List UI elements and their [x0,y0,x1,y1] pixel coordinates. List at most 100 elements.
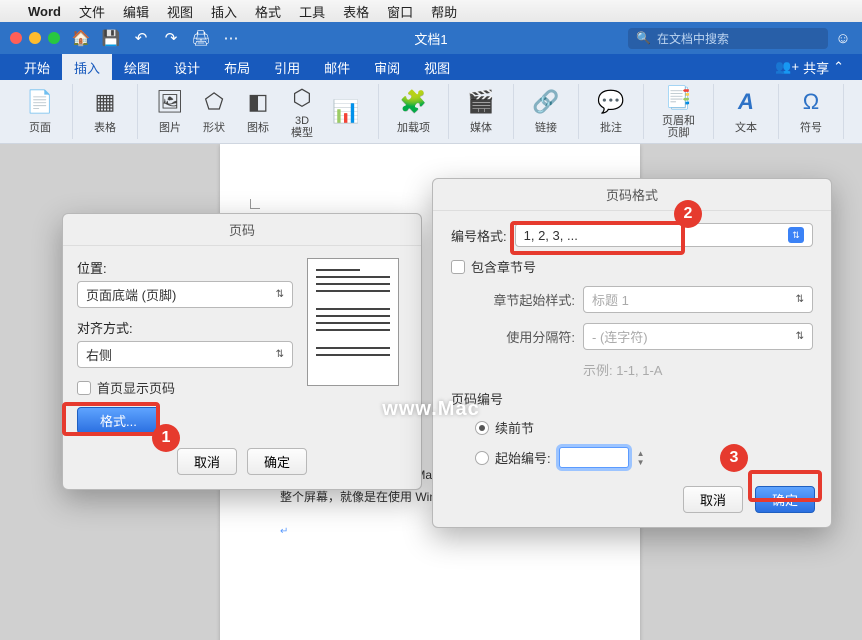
tab-references[interactable]: 引用 [262,54,312,80]
menubar-item[interactable]: 插入 [211,2,237,21]
ribbon-label: 页眉和 页脚 [662,115,695,139]
ribbon-label: 3D 模型 [291,115,313,139]
continue-radio[interactable]: 续前节 [475,418,534,437]
format-button[interactable]: 格式... [77,407,160,434]
close-window-icon[interactable] [10,32,22,44]
comment-button[interactable]: 💬批注 [589,86,633,137]
menubar-app[interactable]: Word [28,4,61,19]
checkbox-label: 首页显示页码 [97,378,175,397]
annotation-badge: 3 [720,444,748,472]
chart-icon: 📊 [332,98,360,126]
radio-label: 续前节 [495,418,534,437]
chevron-updown-icon: ⇅ [276,289,284,300]
chevron-updown-icon: ⇅ [788,227,804,243]
ribbon-label: 符号 [800,119,822,135]
select-value: 页面底端 (页脚) [86,285,176,304]
chapter-style-select[interactable]: 标题 1⇅ [583,286,813,313]
separator-label: 使用分隔符: [475,327,575,346]
text-button[interactable]: A 文本 [724,86,768,137]
ribbon-label: 页面 [29,119,51,135]
ribbon: 📄 页面 ▦表格 🖼图片 ⬠形状 ◧图标 ⬡ 3D 模型 📊 🧩加载项 🎬 媒体 🔗链… [0,80,862,144]
tab-draw[interactable]: 绘图 [112,54,162,80]
menubar-item[interactable]: 格式 [255,2,281,21]
ribbon-label: 加载项 [397,119,430,135]
menubar-item[interactable]: 工具 [299,2,325,21]
include-chapter-checkbox[interactable]: 包含章节号 [451,257,813,276]
start-at-radio[interactable]: 起始编号: [475,448,551,467]
checkbox-icon [77,381,91,395]
preview-box [307,258,399,386]
search-icon: 🔍 [636,31,651,45]
search-input[interactable]: 🔍 在文档中搜索 [628,28,828,49]
home-icon[interactable]: 🏠 [72,29,90,47]
paragraph-mark-icon: ↵ [280,522,288,541]
align-select[interactable]: 右侧⇅ [77,341,293,368]
position-label: 位置: [77,258,293,277]
headerfooter-button[interactable]: 📑页眉和 页脚 [654,82,703,141]
tab-home[interactable]: 开始 [12,54,62,80]
chart-button[interactable]: 📊 [324,96,368,128]
mac-menubar: Word 文件 编辑 视图 插入 格式 工具 表格 窗口 帮助 [0,0,862,22]
menubar-item[interactable]: 表格 [343,2,369,21]
insert-shape-button[interactable]: ⬠形状 [192,86,236,137]
insert-table-button[interactable]: ▦表格 [83,86,127,137]
tab-view[interactable]: 视图 [412,54,462,80]
model3d-icon: ⬡ [288,84,316,112]
cancel-button[interactable]: 取消 [683,486,743,513]
number-format-select[interactable]: 1, 2, 3, ... ⇅ [515,223,813,247]
maximize-window-icon[interactable] [48,32,60,44]
radio-icon [475,421,489,435]
chevron-updown-icon: ⇅ [276,349,284,360]
title-toolbar: 🏠 💾 ↶ ↷ 🖨 ⋯ 文档1 🔍 在文档中搜索 ☺ [0,22,862,54]
tab-layout[interactable]: 布局 [212,54,262,80]
minimize-window-icon[interactable] [29,32,41,44]
text-icon: A [732,88,760,116]
insert-page-button[interactable]: 📄 页面 [18,86,62,137]
share-label: 共享 [803,58,829,77]
menubar-item[interactable]: 编辑 [123,2,149,21]
menubar-item[interactable]: 文件 [79,2,105,21]
insert-3dmodel-button[interactable]: ⬡ 3D 模型 [280,82,324,141]
insert-icon-button[interactable]: ◧图标 [236,86,280,137]
more-icon[interactable]: ⋯ [222,29,240,47]
ribbon-label: 链接 [535,119,557,135]
menubar-item[interactable]: 帮助 [431,2,457,21]
annotation-badge: 1 [152,424,180,452]
share-button[interactable]: 👥+共享 ⌃ [775,54,850,80]
ribbon-label: 批注 [600,119,622,135]
symbol-button[interactable]: Ω符号 [789,86,833,137]
cancel-button[interactable]: 取消 [177,448,237,475]
ok-button[interactable]: 确定 [247,448,307,475]
redo-icon[interactable]: ↷ [162,29,180,47]
media-button[interactable]: 🎬 媒体 [459,86,503,137]
separator-select[interactable]: - (连字符)⇅ [583,323,813,350]
ribbon-label: 文本 [735,119,757,135]
print-icon[interactable]: 🖨 [192,29,210,47]
page-number-dialog: 页码 位置: 页面底端 (页脚)⇅ 对齐方式: 右侧⇅ 首页显示页码 格式... [62,213,422,490]
document-title: 文档1 [414,29,447,48]
user-icon[interactable]: ☺ [834,29,852,47]
save-icon[interactable]: 💾 [102,29,120,47]
insert-picture-button[interactable]: 🖼图片 [148,86,192,137]
firstpage-checkbox[interactable]: 首页显示页码 [77,378,293,397]
tab-mail[interactable]: 邮件 [312,54,362,80]
tab-review[interactable]: 审阅 [362,54,412,80]
link-button[interactable]: 🔗链接 [524,86,568,137]
select-value: 1, 2, 3, ... [524,228,578,243]
tab-design[interactable]: 设计 [162,54,212,80]
addin-button[interactable]: 🧩加载项 [389,86,438,137]
media-icon: 🎬 [467,88,495,116]
tab-insert[interactable]: 插入 [62,54,112,80]
search-placeholder: 在文档中搜索 [657,30,729,47]
position-select[interactable]: 页面底端 (页脚) ⇅ [77,281,293,308]
select-value: - (连字符) [592,327,648,346]
menubar-item[interactable]: 视图 [167,2,193,21]
undo-icon[interactable]: ↶ [132,29,150,47]
stepper-icon[interactable]: ▲▼ [637,449,645,467]
start-at-input[interactable] [559,447,629,468]
menubar-item[interactable]: 窗口 [387,2,413,21]
select-value: 标题 1 [592,290,629,309]
ribbon-label: 媒体 [470,119,492,135]
ok-button[interactable]: 确定 [755,486,815,513]
page-icon: 📄 [26,88,54,116]
